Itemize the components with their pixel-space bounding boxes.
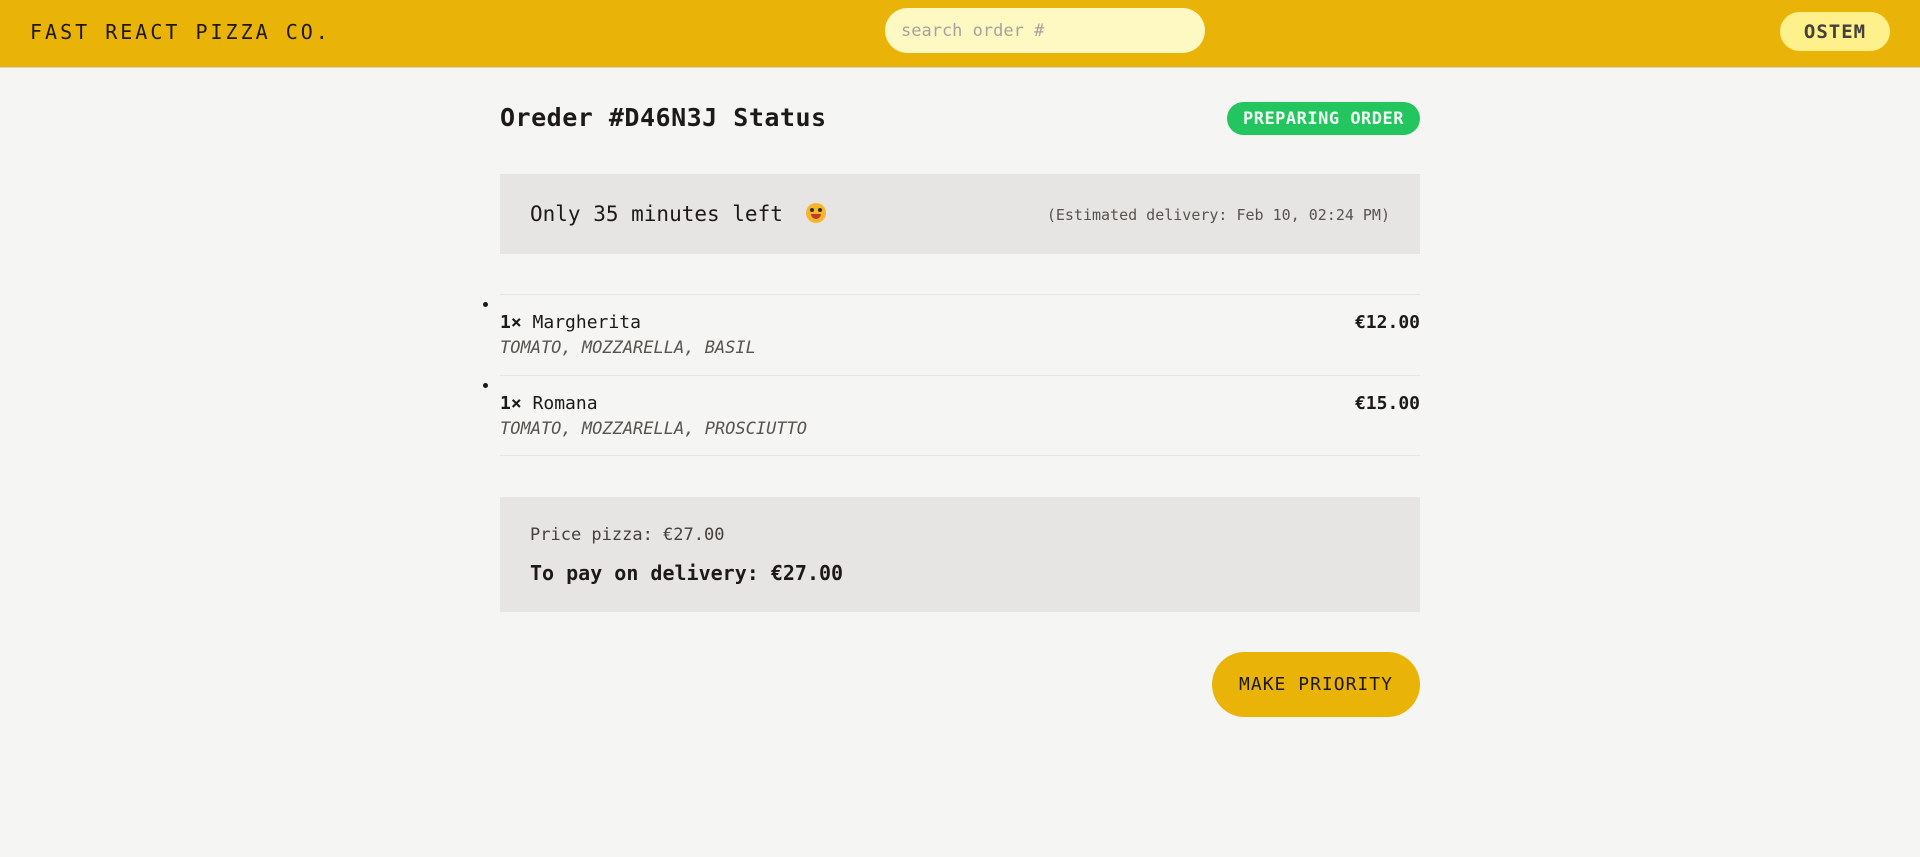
item-price: €15.00 — [1354, 393, 1420, 414]
item-name: Margherita — [532, 312, 641, 333]
to-pay-on-delivery: To pay on delivery: €27.00 — [530, 561, 844, 585]
app-header: FAST REACT PIZZA CO. OSTEM — [0, 0, 1920, 68]
delivery-status-panel: Only 35 minutes left (Estimated delivery… — [500, 174, 1420, 254]
item-price: €12.00 — [1354, 312, 1420, 333]
make-priority-button[interactable]: MAKE PRIORITY — [1212, 652, 1420, 717]
item-ingredients: TOMATO, MOZZARELLA, PROSCIUTTO — [500, 419, 808, 439]
item-name-row: 1× Margherita — [500, 312, 641, 333]
item-name-row: 1× Romana — [500, 393, 598, 414]
time-left-text: Only 35 minutes left — [530, 202, 783, 226]
item-ingredients: TOMATO, MOZZARELLA, BASIL — [500, 338, 756, 358]
status-badge: PREPARING ORDER — [1226, 102, 1420, 135]
order-title: Oreder #D46N3J Status — [500, 103, 827, 132]
list-item: 1× Romana TOMATO, MOZZARELLA, PROSCIUTTO… — [500, 375, 1420, 456]
item-quantity: 1× — [500, 312, 522, 333]
grinning-face-icon — [805, 203, 826, 223]
username: OSTEM — [1780, 12, 1890, 51]
item-quantity: 1× — [500, 393, 522, 414]
search-order-input[interactable] — [885, 8, 1205, 53]
price-summary-panel: Price pizza: €27.00 To pay on delivery: … — [500, 497, 1420, 612]
price-pizza: Price pizza: €27.00 — [530, 525, 725, 545]
item-name: Romana — [532, 393, 598, 414]
time-left: Only 35 minutes left — [530, 202, 826, 226]
estimated-delivery: (Estimated delivery: Feb 10, 02:24 PM) — [1046, 206, 1390, 224]
list-item: 1× Margherita TOMATO, MOZZARELLA, BASIL … — [500, 294, 1420, 375]
order-items-list: 1× Margherita TOMATO, MOZZARELLA, BASIL … — [500, 294, 1420, 456]
logo[interactable]: FAST REACT PIZZA CO. — [30, 20, 331, 44]
